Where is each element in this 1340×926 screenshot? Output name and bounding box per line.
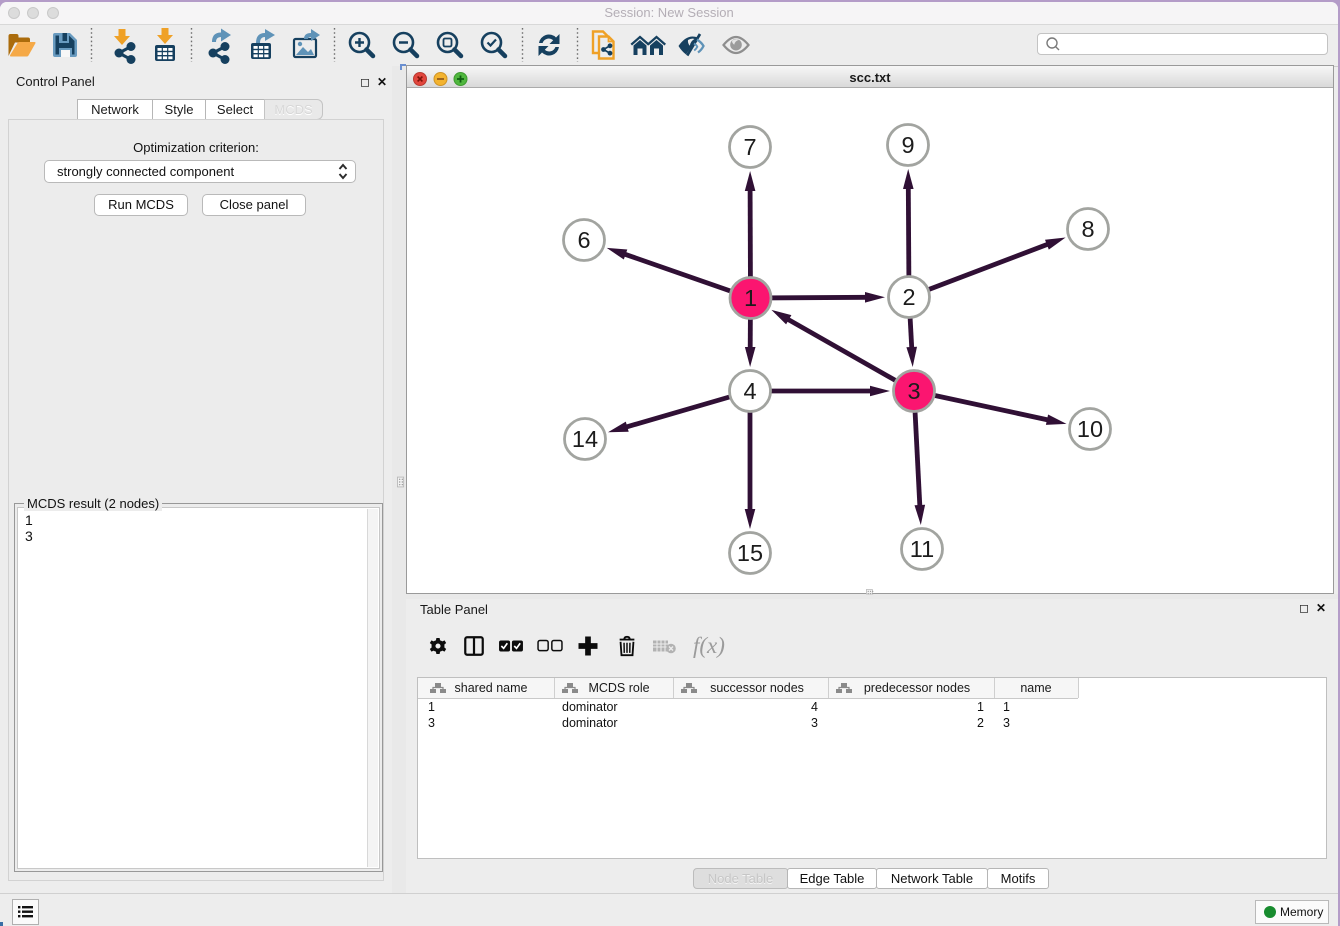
svg-text:name: name — [1020, 681, 1051, 695]
svg-text:3: 3 — [1003, 716, 1010, 730]
svg-text:dominator: dominator — [562, 716, 618, 730]
svg-text:6: 6 — [577, 227, 590, 253]
svg-text:shared name: shared name — [455, 681, 528, 695]
svg-text:1: 1 — [977, 700, 984, 714]
svg-text:15: 15 — [737, 540, 763, 566]
svg-text:4: 4 — [811, 700, 818, 714]
svg-text:predecessor nodes: predecessor nodes — [864, 681, 970, 695]
svg-text:10: 10 — [1077, 416, 1103, 442]
svg-text:14: 14 — [572, 426, 598, 452]
svg-text:11: 11 — [910, 536, 934, 562]
svg-text:1: 1 — [428, 700, 435, 714]
svg-text:2: 2 — [902, 284, 915, 310]
svg-text:dominator: dominator — [562, 700, 618, 714]
svg-text:MCDS role: MCDS role — [588, 681, 649, 695]
svg-text:7: 7 — [743, 134, 756, 160]
svg-text:3: 3 — [907, 378, 920, 404]
svg-text:8: 8 — [1081, 216, 1094, 242]
svg-text:1: 1 — [1003, 700, 1010, 714]
svg-text:1: 1 — [744, 285, 757, 311]
svg-text:2: 2 — [977, 716, 984, 730]
svg-text:4: 4 — [743, 378, 756, 404]
svg-text:f(x): f(x) — [693, 633, 725, 658]
svg-text:3: 3 — [811, 716, 818, 730]
svg-text:9: 9 — [901, 132, 914, 158]
svg-text:successor nodes: successor nodes — [710, 681, 804, 695]
svg-text:3: 3 — [428, 716, 435, 730]
